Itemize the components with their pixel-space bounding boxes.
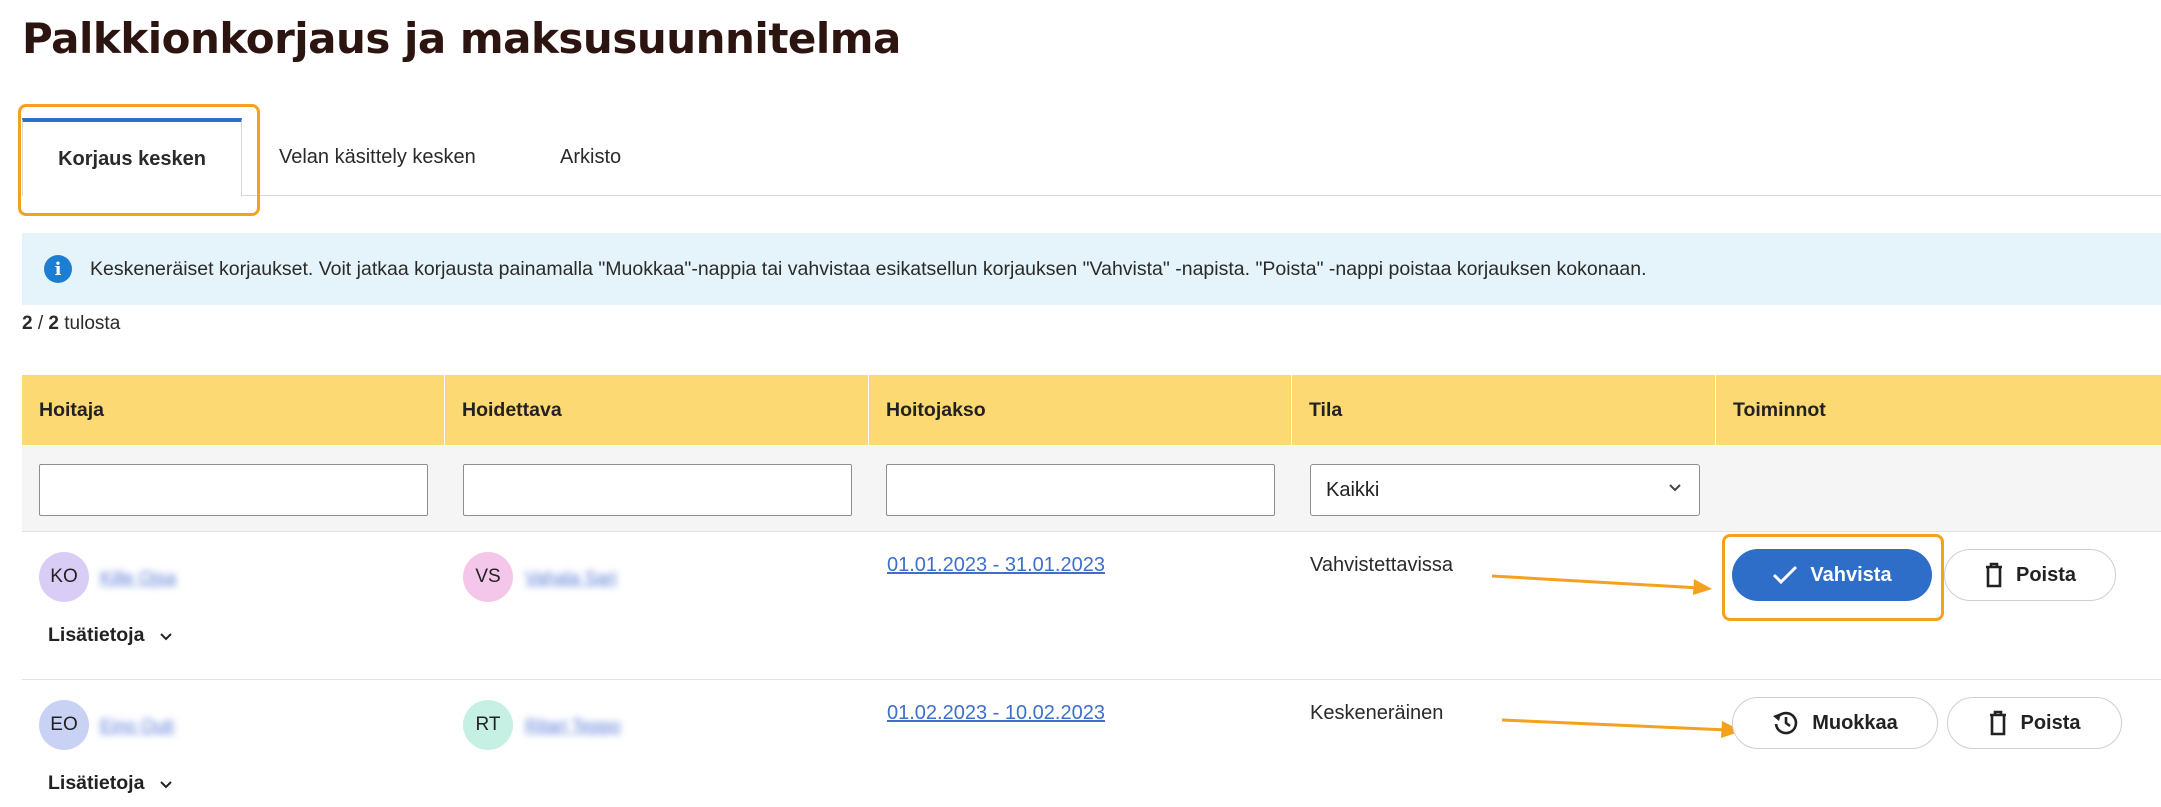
tila-filter-select[interactable]: Kaikki xyxy=(1310,464,1700,516)
header-hoitojakso: Hoitojakso xyxy=(869,375,1292,445)
info-text: Keskeneräiset korjaukset. Voit jatkaa ko… xyxy=(90,257,1647,280)
page-title: Palkkionkorjaus ja maksusuunnitelma xyxy=(22,14,901,63)
period-link[interactable]: 01.02.2023 - 10.02.2023 xyxy=(887,702,1105,725)
more-info-label: Lisätietoja xyxy=(48,624,145,646)
poista-label: Poista xyxy=(2015,563,2077,586)
trash-icon xyxy=(1985,562,2002,588)
period-link[interactable]: 01.01.2023 - 31.01.2023 xyxy=(887,554,1105,577)
status-text: Keskeneräinen xyxy=(1310,702,1444,724)
tab-arkisto[interactable]: Arkisto xyxy=(560,118,621,196)
muokkaa-button[interactable]: Muokkaa xyxy=(1732,697,1938,749)
vahvista-button[interactable]: Vahvista xyxy=(1732,549,1932,601)
poista-label: Poista xyxy=(2020,711,2081,734)
more-info-label: Lisätietoja xyxy=(48,772,145,794)
hoitaja-name-link[interactable]: Kille Ojsa xyxy=(100,568,176,588)
more-info-toggle[interactable]: Lisätietoja xyxy=(48,772,172,795)
more-info-toggle[interactable]: Lisätietoja xyxy=(48,624,172,647)
tab-bar: Korjaus kesken Velan käsittely kesken Ar… xyxy=(22,118,2161,197)
info-icon: i xyxy=(44,255,72,283)
hoidettava-name-link[interactable]: Vahala Sari xyxy=(525,568,617,588)
info-banner: i Keskeneräiset korjaukset. Voit jatkaa … xyxy=(22,233,2161,305)
tab-velan-kasittely-kesken[interactable]: Velan käsittely kesken xyxy=(279,118,476,196)
poista-button[interactable]: Poista xyxy=(1947,697,2122,749)
annotation-arrow xyxy=(1491,574,1712,595)
vahvista-label: Vahvista xyxy=(1810,563,1892,586)
hoidettava-filter-input[interactable] xyxy=(463,464,852,516)
filter-row: Kaikki xyxy=(22,445,2161,532)
avatar: RT xyxy=(463,700,513,750)
hoitojakso-filter-input[interactable] xyxy=(886,464,1275,516)
history-icon xyxy=(1773,711,1798,735)
header-toiminnot: Toiminnot xyxy=(1733,398,1826,421)
result-separator: / xyxy=(37,313,44,334)
chevron-down-icon xyxy=(160,777,172,792)
hoitaja-name-link[interactable]: Eino Outi xyxy=(100,716,174,736)
result-total: 2 xyxy=(48,313,59,334)
tila-filter-value: Kaikki xyxy=(1326,478,1380,501)
header-tila: Tila xyxy=(1292,375,1716,445)
table-header: Hoitaja Hoidettava Hoitojakso Tila Toimi… xyxy=(22,375,2161,445)
trash-icon xyxy=(1990,710,2007,736)
header-hoitaja: Hoitaja xyxy=(22,375,445,445)
avatar: VS xyxy=(463,552,513,602)
result-count: 2 / 2 tulosta xyxy=(22,313,120,335)
header-hoidettava: Hoidettava xyxy=(445,375,869,445)
result-shown: 2 xyxy=(22,313,33,334)
chevron-down-icon xyxy=(160,629,172,644)
chevron-down-icon xyxy=(1669,479,1681,495)
table-row: EO Eino Outi RT Ritari Teppo 01.02.2023 … xyxy=(22,680,2161,807)
hoidettava-name-link[interactable]: Ritari Teppo xyxy=(525,716,621,736)
annotation-arrow xyxy=(1501,718,1742,738)
hoitaja-filter-input[interactable] xyxy=(39,464,428,516)
avatar: EO xyxy=(39,700,89,750)
poista-button[interactable]: Poista xyxy=(1944,549,2116,601)
check-icon xyxy=(1773,565,1798,585)
result-suffix: tulosta xyxy=(64,313,121,334)
status-text: Vahvistettavissa xyxy=(1310,554,1454,576)
tab-korjaus-kesken[interactable]: Korjaus kesken xyxy=(22,118,242,197)
avatar: KO xyxy=(39,552,89,602)
muokkaa-label: Muokkaa xyxy=(1812,711,1898,734)
table-row: KO Kille Ojsa VS Vahala Sari 01.01.2023 … xyxy=(22,532,2161,680)
